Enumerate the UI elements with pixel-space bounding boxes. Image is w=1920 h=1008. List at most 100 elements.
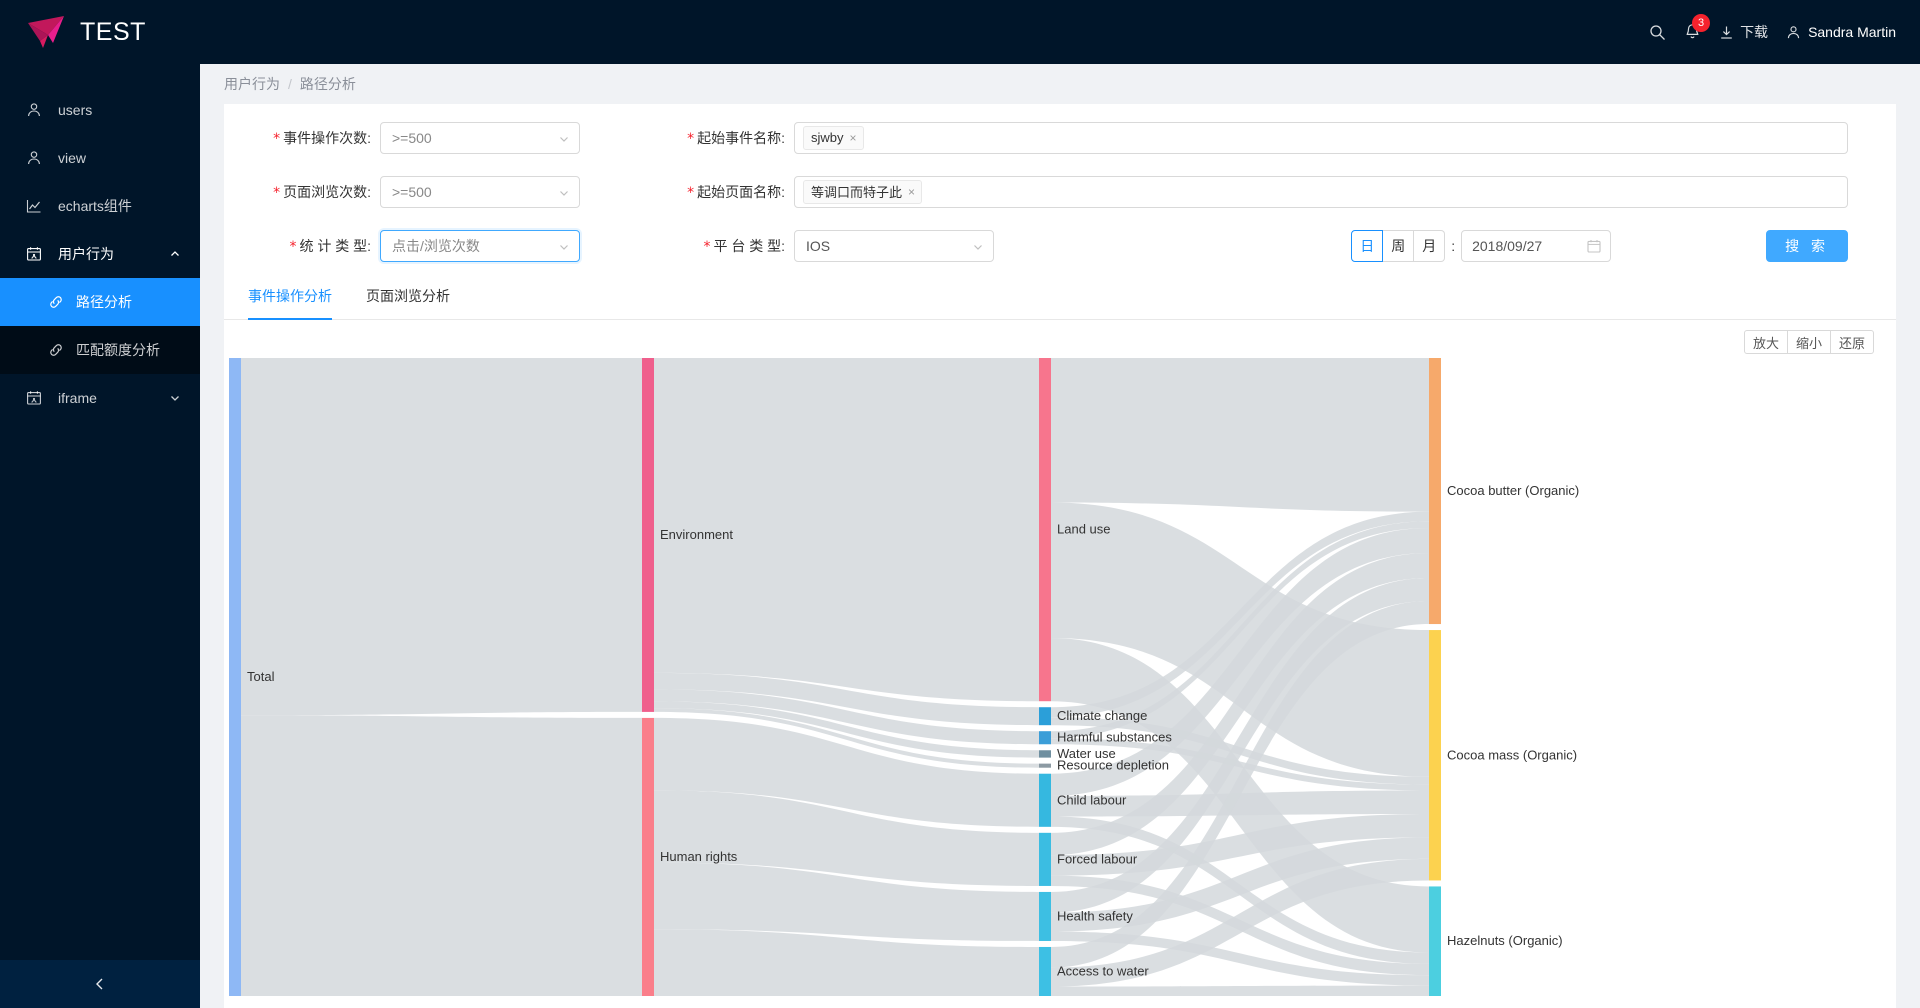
- required-mark: *: [703, 239, 711, 255]
- chart-toolbar: 放大 缩小 还原: [1743, 330, 1874, 354]
- sankey-node-label: Total: [247, 669, 275, 684]
- chevron-down-icon: [974, 245, 982, 250]
- sankey-node[interactable]: [1039, 707, 1051, 726]
- download-label: 下载: [1740, 24, 1769, 40]
- user-menu[interactable]: Sandra Martin: [1786, 24, 1896, 40]
- tab-event-analysis[interactable]: 事件操作分析: [248, 274, 332, 320]
- sankey-node[interactable]: [1039, 946, 1051, 996]
- sankey-node[interactable]: [1429, 886, 1441, 996]
- tag-item[interactable]: 等调口而特子此 ×: [803, 180, 923, 204]
- sankey-link[interactable]: [1051, 358, 1429, 512]
- period-day-button[interactable]: 日: [1351, 230, 1384, 262]
- sankey-node[interactable]: [642, 358, 654, 712]
- sankey-node-label: Resource depletion: [1057, 758, 1169, 773]
- sankey-node[interactable]: [1429, 358, 1441, 625]
- zoom-out-button[interactable]: 缩小: [1787, 330, 1831, 354]
- sidebar-item-label: 用户行为: [58, 246, 114, 262]
- content-card: * 事件操作次数: >=500 * 起始事件名称: sjwby × * 页面浏览…: [224, 104, 1896, 1008]
- required-mark: *: [273, 185, 281, 201]
- filter-form: * 事件操作次数: >=500 * 起始事件名称: sjwby × * 页面浏览…: [224, 104, 1896, 276]
- sankey-node-label: Human rights: [660, 849, 738, 864]
- search-button[interactable]: [1649, 24, 1666, 41]
- field-start-page: * 起始页面名称: 等调口而特子此 ×: [668, 176, 1872, 208]
- brand[interactable]: TEST: [0, 0, 200, 64]
- tag-remove-icon[interactable]: ×: [850, 131, 857, 145]
- start-page-input[interactable]: 等调口而特子此 ×: [794, 176, 1848, 208]
- sidebar-collapse-button[interactable]: [0, 960, 200, 1008]
- sidebar-item-iframe[interactable]: iframe: [0, 374, 200, 422]
- breadcrumb-current: 路径分析: [299, 76, 356, 92]
- period-week-button[interactable]: 周: [1383, 230, 1415, 262]
- period-month-button[interactable]: 月: [1414, 230, 1446, 262]
- sankey-node[interactable]: [1039, 773, 1051, 827]
- sankey-node-label: Land use: [1057, 522, 1111, 537]
- link-icon: [50, 296, 62, 308]
- tab-page-analysis[interactable]: 页面浏览分析: [366, 274, 450, 319]
- sidebar-item-user-behavior[interactable]: 用户行为: [0, 230, 200, 278]
- breadcrumb-parent[interactable]: 用户行为: [224, 74, 280, 94]
- zoom-in-button[interactable]: 放大: [1743, 330, 1788, 354]
- sankey-node[interactable]: [1039, 763, 1051, 768]
- sankey-link[interactable]: [241, 715, 642, 996]
- sidebar: TEST users view echarts组件 用户行为 路径分析 匹配额度…: [0, 0, 200, 1008]
- field-event-count: * 事件操作次数: >=500: [248, 122, 668, 154]
- page-views-select[interactable]: >=500: [380, 176, 580, 208]
- download-button[interactable]: 下载: [1719, 22, 1768, 42]
- sankey-diagram: Total Environment Human rights Land use Clim…: [229, 358, 1579, 996]
- date-picker[interactable]: 2018/09/27: [1461, 230, 1612, 262]
- sidebar-item-echarts[interactable]: echarts组件: [0, 182, 200, 230]
- start-event-input[interactable]: sjwby ×: [794, 122, 1848, 154]
- breadcrumb-separator: /: [288, 76, 292, 92]
- sankey-link[interactable]: [1051, 985, 1429, 996]
- event-count-select[interactable]: >=500: [380, 122, 580, 154]
- sankey-node[interactable]: [1039, 358, 1051, 702]
- chevron-up-icon: [171, 251, 179, 256]
- tag-item[interactable]: sjwby ×: [803, 126, 864, 150]
- notifications-button[interactable]: 3: [1684, 14, 1711, 41]
- sidebar-item-users[interactable]: users: [0, 86, 200, 134]
- field-label: * 事件操作次数:: [273, 130, 371, 147]
- platform-select[interactable]: IOS: [794, 230, 994, 262]
- chevron-left-icon: [96, 978, 103, 990]
- line-chart-icon: [26, 200, 41, 213]
- sankey-node-label: Cocoa butter (Organic): [1447, 483, 1579, 498]
- sankey-node[interactable]: [1429, 630, 1441, 881]
- sidebar-item-quota-analysis[interactable]: 匹配额度分析: [0, 326, 200, 374]
- sankey-node[interactable]: [1039, 891, 1051, 941]
- platform-value: IOS: [806, 238, 831, 254]
- sankey-node[interactable]: [1039, 731, 1051, 745]
- date-controls: 日 周 月 : 2018/09/27 搜 索: [1351, 230, 1872, 262]
- reset-button[interactable]: 还原: [1830, 330, 1874, 354]
- chevron-down-icon: [560, 137, 568, 142]
- tag-remove-icon[interactable]: ×: [908, 185, 915, 199]
- page-views-value: >=500: [392, 184, 432, 200]
- sankey-node[interactable]: [1039, 750, 1051, 758]
- sankey-node-label: Health safety: [1057, 908, 1133, 923]
- sankey-node[interactable]: [642, 717, 654, 996]
- sidebar-item-label: echarts组件: [58, 198, 132, 214]
- paper-plane-icon: [28, 16, 64, 48]
- user-name: Sandra Martin: [1808, 24, 1896, 40]
- calendar-icon: [1587, 240, 1601, 253]
- sidebar-item-view[interactable]: view: [0, 134, 200, 182]
- sidebar-item-label: users: [58, 102, 93, 118]
- search-submit-button[interactable]: 搜 索: [1766, 230, 1848, 262]
- date-colon: :: [1451, 238, 1456, 254]
- sidebar-item-path-analysis[interactable]: 路径分析: [0, 278, 200, 326]
- sankey-link[interactable]: [241, 358, 642, 716]
- field-label: * 起始事件名称:: [687, 130, 785, 147]
- breadcrumb: 用户行为 / 路径分析: [200, 64, 1920, 104]
- field-label: * 平 台 类 型:: [703, 238, 785, 255]
- topbar: 3 下载 Sandra Martin: [200, 0, 1920, 64]
- sankey-node[interactable]: [1039, 832, 1051, 886]
- sidebar-submenu: 路径分析 匹配额度分析: [0, 278, 200, 374]
- sidebar-menu: users view echarts组件 用户行为 路径分析 匹配额度分析 if…: [0, 86, 200, 422]
- sankey-node[interactable]: [229, 358, 241, 996]
- field-label: * 页面浏览次数:: [273, 184, 371, 201]
- chevron-down-icon: [171, 396, 179, 401]
- stat-type-value: 点击/浏览次数: [392, 238, 480, 254]
- tag-label: 等调口而特子此: [811, 185, 903, 200]
- sankey-node-label: Access to water: [1057, 963, 1149, 978]
- sankey-chart-container: 放大 缩小 还原 Total Environment Human rights Lan…: [224, 320, 1896, 1008]
- stat-type-select[interactable]: 点击/浏览次数: [380, 230, 580, 262]
